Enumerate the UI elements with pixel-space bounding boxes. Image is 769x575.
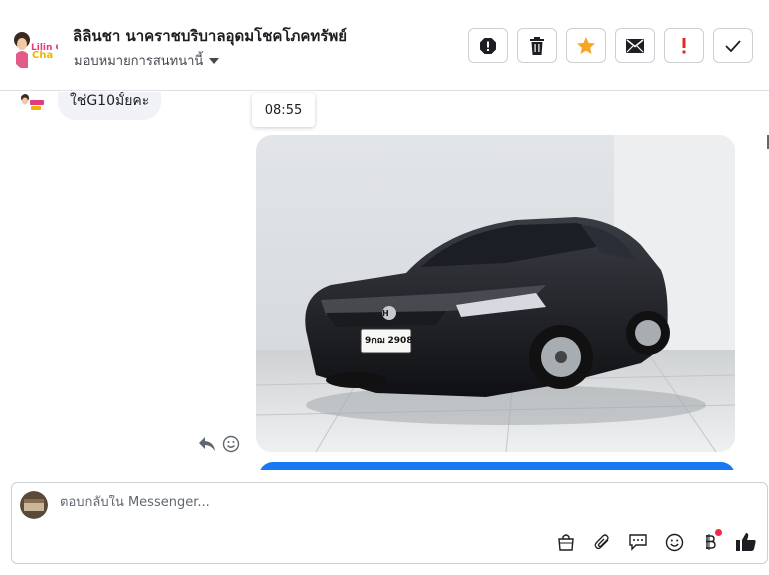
message-timestamp-tooltip: 08:55: [252, 93, 315, 127]
reply-icon[interactable]: [198, 436, 216, 452]
paperclip-icon: [594, 534, 609, 550]
outgoing-message-bubble[interactable]: [259, 462, 735, 470]
reply-input[interactable]: [60, 495, 560, 510]
bag-icon: [558, 534, 574, 551]
sender-avatar: [18, 92, 48, 114]
emoji-icon: [665, 533, 683, 551]
emoji-button[interactable]: [663, 531, 685, 553]
baht-icon: [706, 534, 716, 550]
star-button[interactable]: [566, 28, 606, 63]
reply-composer: [11, 482, 768, 564]
saved-replies-icon: [629, 534, 647, 551]
conversation-header: Lilin Cha Cha ลิลินชา นาคราชบริบาลอุดมโช…: [0, 0, 769, 91]
message-tools: [198, 435, 240, 453]
chevron-down-icon: [209, 57, 220, 64]
attach-button[interactable]: [591, 531, 613, 553]
contact-name: ลิลินชา นาคราชบริบาลอุดมโชคโภคทรัพย์: [73, 27, 348, 45]
page-avatar: [20, 491, 48, 519]
star-icon: [577, 36, 595, 54]
shop-button[interactable]: [555, 531, 577, 553]
composer-tools: [555, 529, 757, 553]
payment-button[interactable]: [699, 529, 722, 553]
mark-done-button[interactable]: [713, 28, 753, 63]
license-plate: 9กฌ 2908: [365, 336, 413, 346]
check-icon: [725, 39, 741, 52]
message-thread[interactable]: ใช่G10มั้ยคะ 08:55 H 9กฌ 2908: [0, 92, 769, 470]
spam-button[interactable]: [468, 28, 508, 63]
assign-label: มอบหมายการสนทนานี้: [74, 54, 204, 69]
svg-text:Cha: Cha: [32, 50, 53, 61]
emoji-reaction-icon[interactable]: [222, 435, 240, 453]
thumbs-up-icon: [736, 533, 756, 551]
notification-dot: [715, 529, 722, 536]
svg-text:H: H: [382, 309, 389, 318]
like-button[interactable]: [735, 531, 757, 553]
incoming-message-bubble[interactable]: ใช่G10มั้ยคะ: [58, 92, 162, 120]
envelope-icon: [626, 38, 644, 53]
header-actions: [468, 28, 753, 63]
incoming-message-text: ใช่G10มั้ยคะ: [70, 93, 150, 109]
contact-avatar[interactable]: Lilin Cha Cha: [10, 24, 58, 72]
alert-icon: [480, 37, 496, 54]
assign-conversation-dropdown[interactable]: มอบหมายการสนทนานี้: [74, 50, 220, 71]
delete-button[interactable]: [517, 28, 557, 63]
trash-icon: [530, 36, 544, 55]
car-photo[interactable]: H 9กฌ 2908: [256, 135, 735, 452]
exclamation-icon: [682, 37, 686, 53]
follow-up-button[interactable]: [664, 28, 704, 63]
mark-unread-button[interactable]: [615, 28, 655, 63]
saved-replies-button[interactable]: [627, 531, 649, 553]
